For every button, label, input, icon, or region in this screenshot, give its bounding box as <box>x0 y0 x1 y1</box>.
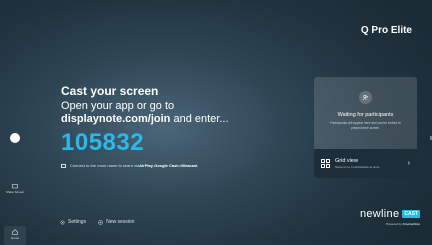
instructions-line-1: Open your app or go to <box>61 100 175 112</box>
grid-view-title: Grid view <box>335 158 358 164</box>
waiting-description: Participants will appear here and can be… <box>330 121 401 130</box>
new-session-button[interactable]: New session <box>98 219 134 225</box>
gear-icon <box>60 220 65 224</box>
settings-label: Settings <box>68 219 87 225</box>
share-screen-label: Share Screen <box>5 190 25 194</box>
chevron-right-icon: › <box>407 160 410 167</box>
grid-view-button[interactable]: Grid view Show up to 4 participants at o… <box>314 149 417 178</box>
connect-hint: Connect to the room name to share via Ai… <box>61 163 311 168</box>
powered-prefix: Powered by <box>385 222 403 226</box>
instructions-suffix: and enter... <box>170 113 229 125</box>
brand-badge: CAST <box>402 210 420 218</box>
airplay-label: AirPlay <box>139 163 153 168</box>
powered-by: Powered by DisplayNote <box>360 222 420 226</box>
new-session-label: New session <box>106 219 135 225</box>
connect-prefix: Connect to the room name to share via <box>70 163 140 168</box>
footer-actions: Settings New session <box>60 219 146 225</box>
grid-icon <box>321 159 330 168</box>
side-drawer-handle[interactable] <box>10 133 20 143</box>
instructions-line-2: displaynote.com/join and enter... <box>61 113 311 126</box>
powered-brand: DisplayNote <box>402 222 420 226</box>
brand-logo: newline CAST Powered by DisplayNote <box>360 208 420 226</box>
share-screen-icon <box>12 184 18 189</box>
plus-circle-icon <box>98 219 103 225</box>
grid-view-subtitle: Show up to 4 participants at once <box>335 165 380 169</box>
cast-instructions: Cast your screen Open your app or go to … <box>61 84 311 168</box>
cast-title: Cast your screen <box>61 84 159 98</box>
share-screen-button[interactable]: Share Screen <box>5 184 25 194</box>
home-icon <box>12 229 18 235</box>
grid-view-text: Grid view Show up to 4 participants at o… <box>335 158 408 169</box>
waiting-title: Waiting for participants <box>337 112 394 118</box>
home-label: Home <box>10 236 19 240</box>
miracast-label: Miracast <box>181 163 198 168</box>
participants-panel: Waiting for participants Participants wi… <box>314 77 417 178</box>
brand-name: newline <box>359 208 400 220</box>
google-cast-label: Google Cast <box>154 163 178 168</box>
join-url: displaynote.com/join <box>61 113 171 125</box>
settings-button[interactable]: Settings <box>60 219 86 225</box>
room-name: Q Pro Elite <box>360 25 412 36</box>
join-instructions: Open your app or go to displaynote.com/j… <box>61 100 311 126</box>
session-code: 105832 <box>61 129 145 156</box>
screen-icon <box>61 163 66 168</box>
home-button[interactable]: Home <box>4 226 26 245</box>
people-icon <box>359 91 372 104</box>
